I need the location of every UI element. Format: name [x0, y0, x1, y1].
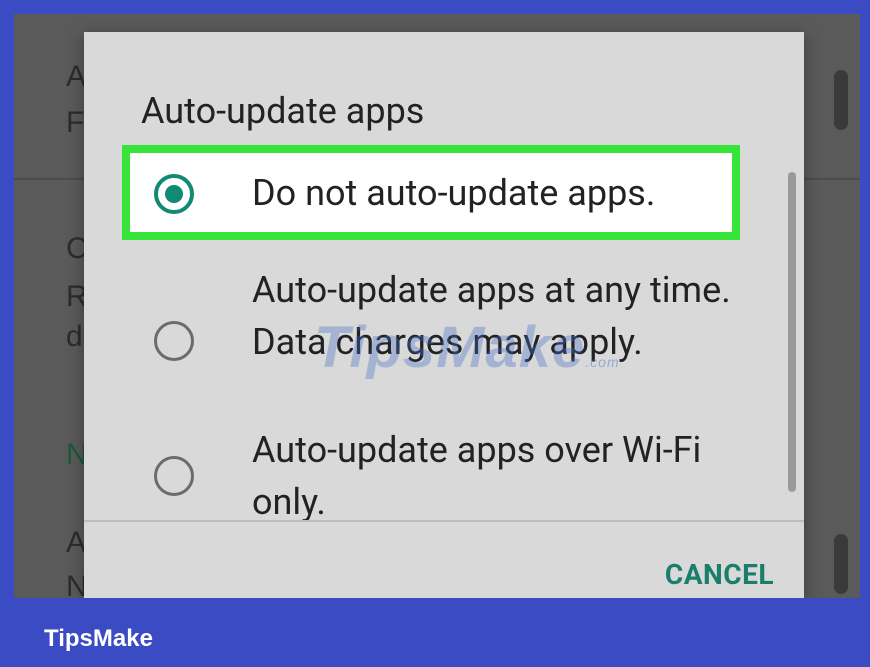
- bg-toggle: [834, 534, 848, 594]
- bg-setting-title: A: [66, 526, 87, 559]
- dialog-title: Auto-update apps: [141, 90, 425, 132]
- watermark: TipsMake.com: [314, 314, 620, 381]
- bg-toggle: [834, 70, 848, 130]
- screenshot-frame: A F C R d N A N Auto-update apps Do not …: [14, 14, 860, 598]
- watermark-text: TipsMake: [314, 315, 586, 380]
- watermark-suffix: .com: [585, 354, 620, 370]
- bg-setting-title: A: [66, 60, 87, 93]
- radio-unchecked-icon[interactable]: [154, 321, 194, 361]
- cancel-button[interactable]: CANCEL: [665, 558, 774, 591]
- dialog-scrollbar[interactable]: [788, 172, 796, 492]
- radio-checked-icon[interactable]: [154, 174, 194, 214]
- footer-brand-logo: TipsMake: [44, 625, 153, 652]
- option-label: Auto-update apps over Wi-Fi only.: [252, 429, 702, 523]
- bg-setting-subtitle: F: [66, 106, 85, 139]
- bg-setting-subtitle: d: [66, 320, 83, 353]
- radio-unchecked-icon[interactable]: [154, 456, 194, 496]
- option-label: Do not auto-update apps.: [252, 172, 656, 214]
- dialog-divider: [84, 520, 804, 522]
